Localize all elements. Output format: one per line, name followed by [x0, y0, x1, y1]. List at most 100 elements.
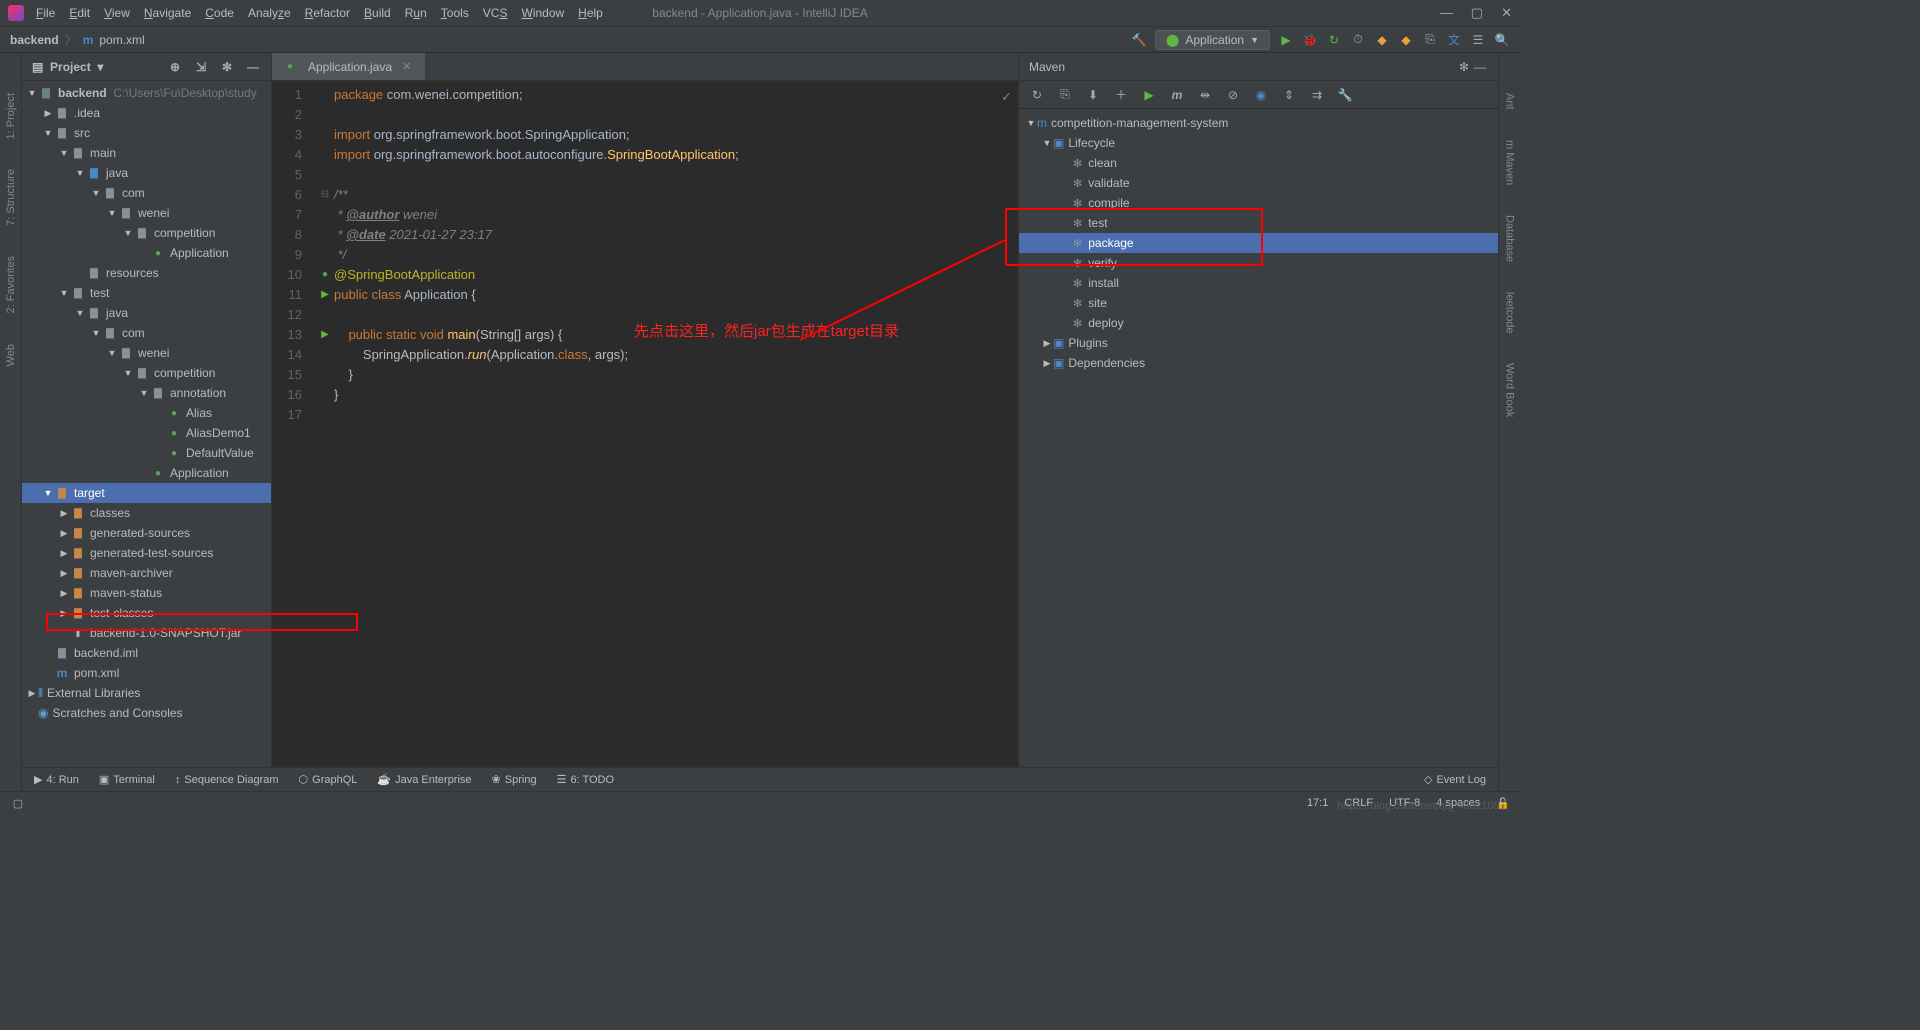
profiler-button[interactable]: ⏱ [1350, 32, 1366, 48]
icon-1[interactable]: ◆ [1374, 32, 1390, 48]
reload-icon[interactable]: ↻ [1029, 87, 1045, 103]
add-icon[interactable]: ＋ [1113, 87, 1129, 103]
close-tab-icon[interactable]: ✕ [402, 60, 411, 73]
rail-project[interactable]: 1: Project [5, 93, 17, 139]
m-icon[interactable]: m [1169, 87, 1185, 103]
menu-file[interactable]: File [36, 6, 55, 20]
tree-test-competition[interactable]: ▼competition [22, 363, 271, 383]
tree-maven-archiver[interactable]: ▶maven-archiver [22, 563, 271, 583]
breadcrumb[interactable]: backend 〉 pom.xml [10, 31, 145, 48]
run-config-selector[interactable]: ⬤ Application ▼ [1155, 30, 1270, 50]
tool-javaent[interactable]: ☕ Java Enterprise [377, 773, 471, 786]
status-pos[interactable]: 17:1 [1307, 797, 1328, 810]
tree-src[interactable]: ▼src [22, 123, 271, 143]
hide-icon[interactable]: — [245, 59, 261, 75]
maven-deploy[interactable]: deploy [1019, 313, 1498, 333]
hide-icon[interactable]: — [1472, 59, 1488, 75]
menu-view[interactable]: View [104, 6, 130, 20]
git-button[interactable]: ⎘ [1422, 32, 1438, 48]
tree-resources[interactable]: resources [22, 263, 271, 283]
rail-ant[interactable]: Ant [1504, 93, 1516, 110]
show-deps-icon[interactable]: ◉ [1253, 87, 1269, 103]
maven-project[interactable]: ▼mcompetition-management-system [1019, 113, 1498, 133]
rail-wordbook[interactable]: Word Book [1504, 363, 1516, 417]
tree-test-java[interactable]: ▼java [22, 303, 271, 323]
generate-sources-icon[interactable]: ⎘ [1057, 87, 1073, 103]
maven-test[interactable]: test [1019, 213, 1498, 233]
tree-main-java[interactable]: ▼java [22, 163, 271, 183]
tree-app-test[interactable]: Application [22, 463, 271, 483]
search-icon[interactable]: 🔍 [1494, 32, 1510, 48]
tree-iml[interactable]: backend.iml [22, 643, 271, 663]
tree-main-wenei[interactable]: ▼wenei [22, 203, 271, 223]
maven-site[interactable]: site [1019, 293, 1498, 313]
project-tree[interactable]: ▼backend C:\Users\Fu\Desktop\study ▶.ide… [22, 81, 271, 791]
run-gutter-icon[interactable]: ▶ [316, 285, 334, 305]
tool-todo[interactable]: ☰ 6: TODO [557, 773, 614, 786]
menu-refactor[interactable]: Refactor [305, 6, 350, 20]
rail-web[interactable]: Web [5, 344, 17, 366]
tool-spring[interactable]: ❀ Spring [492, 773, 537, 786]
rail-leetcode[interactable]: leetcode [1504, 292, 1516, 334]
toggle-offline-icon[interactable]: ⇹ [1197, 87, 1213, 103]
rail-maven[interactable]: m Maven [1504, 140, 1516, 185]
breadcrumb-root[interactable]: backend [10, 33, 59, 47]
maven-dependencies[interactable]: ▶▣Dependencies [1019, 353, 1498, 373]
tool-eventlog[interactable]: ◇ Event Log [1424, 773, 1486, 786]
translate-icon[interactable]: 文 [1446, 32, 1462, 48]
tree-main-competition[interactable]: ▼competition [22, 223, 271, 243]
close-button[interactable]: ✕ [1501, 5, 1512, 21]
maven-clean[interactable]: clean [1019, 153, 1498, 173]
maven-validate[interactable]: validate [1019, 173, 1498, 193]
menu-analyze[interactable]: Analyze [248, 6, 291, 20]
rail-favorites[interactable]: 2: Favorites [5, 256, 17, 313]
tree-jar[interactable]: backend-1.0-SNAPSHOT.jar [22, 623, 271, 643]
run-button[interactable]: ▶ [1278, 32, 1294, 48]
expand-all-icon[interactable]: ⇲ [193, 59, 209, 75]
tool-graphql[interactable]: ⬡ GraphQL [299, 773, 358, 786]
maven-lifecycle[interactable]: ▼▣Lifecycle [1019, 133, 1498, 153]
coverage-button[interactable]: ↻ [1326, 32, 1342, 48]
tree-main-com[interactable]: ▼com [22, 183, 271, 203]
ide-settings-icon[interactable]: ☰ [1470, 32, 1486, 48]
debug-button[interactable]: 🐞 [1302, 32, 1318, 48]
tool-run[interactable]: ▶ 4: Run [34, 773, 79, 786]
settings-icon[interactable]: ⇉ [1309, 87, 1325, 103]
tree-app-main[interactable]: Application [22, 243, 271, 263]
wrench-icon[interactable]: 🔧 [1337, 87, 1353, 103]
tree-root[interactable]: ▼backend C:\Users\Fu\Desktop\study [22, 83, 271, 103]
tree-classes[interactable]: ▶classes [22, 503, 271, 523]
tree-annotation[interactable]: ▼annotation [22, 383, 271, 403]
tree-gen-test-sources[interactable]: ▶generated-test-sources [22, 543, 271, 563]
run-maven-icon[interactable]: ▶ [1141, 87, 1157, 103]
editor-tab-application[interactable]: Application.java ✕ [272, 53, 425, 80]
tool-seq[interactable]: ↕ Sequence Diagram [175, 774, 279, 786]
menu-vcs[interactable]: VCS [483, 6, 508, 20]
menu-window[interactable]: Window [521, 6, 564, 20]
gear-icon[interactable]: ✻ [1456, 59, 1472, 75]
tree-scratches[interactable]: ◉Scratches and Consoles [22, 703, 271, 723]
tree-target[interactable]: ▼target [22, 483, 271, 503]
code-content[interactable]: package com.wenei.competition; import or… [334, 81, 1018, 791]
maven-install[interactable]: install [1019, 273, 1498, 293]
tree-gen-sources[interactable]: ▶generated-sources [22, 523, 271, 543]
maven-package[interactable]: package [1019, 233, 1498, 253]
tree-ext-lib[interactable]: ▶⫴External Libraries [22, 683, 271, 703]
maven-tree[interactable]: ▼mcompetition-management-system ▼▣Lifecy… [1019, 109, 1498, 791]
status-icon[interactable]: ▢ [10, 796, 26, 812]
breadcrumb-file[interactable]: pom.xml [99, 33, 144, 47]
select-opened-icon[interactable]: ⊕ [167, 59, 183, 75]
tree-defaultvalue[interactable]: DefaultValue [22, 443, 271, 463]
tree-test[interactable]: ▼test [22, 283, 271, 303]
maven-verify[interactable]: verify [1019, 253, 1498, 273]
tree-pom[interactable]: pom.xml [22, 663, 271, 683]
rail-database[interactable]: Database [1504, 215, 1516, 262]
rail-structure[interactable]: 7: Structure [5, 169, 17, 226]
tree-aliasdemo[interactable]: AliasDemo1 [22, 423, 271, 443]
inspection-icon[interactable]: ✓ [1001, 87, 1012, 107]
menu-run[interactable]: Run [405, 6, 427, 20]
tree-alias[interactable]: Alias [22, 403, 271, 423]
tree-test-classes[interactable]: ▶test-classes [22, 603, 271, 623]
menu-edit[interactable]: Edit [69, 6, 90, 20]
download-icon[interactable]: ⬇ [1085, 87, 1101, 103]
